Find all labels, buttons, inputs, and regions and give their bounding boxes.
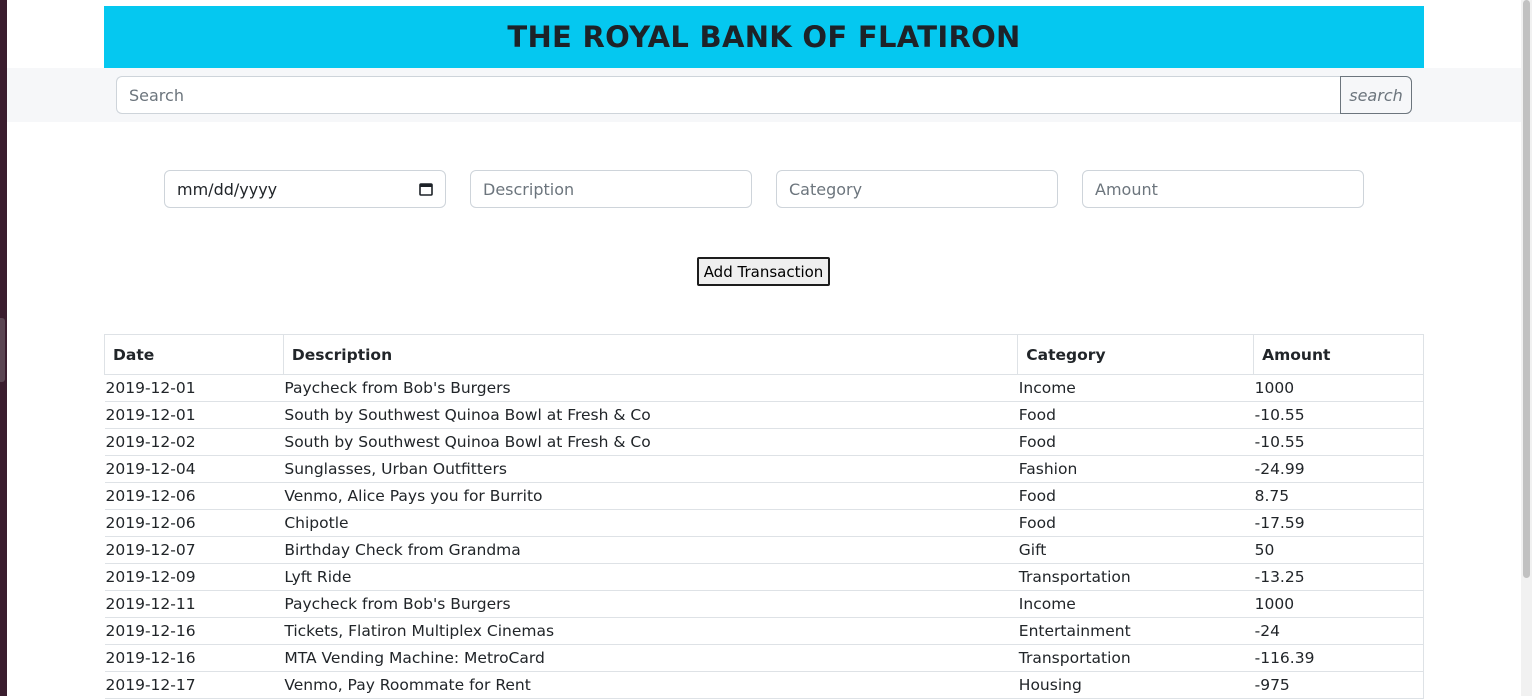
cell-date: 2019-12-09 bbox=[104, 563, 284, 591]
table-header-row: Date Description Category Amount bbox=[104, 334, 1424, 375]
cell-amount: 1000 bbox=[1253, 590, 1424, 618]
cell-date: 2019-12-02 bbox=[104, 428, 284, 456]
cell-date: 2019-12-04 bbox=[104, 455, 284, 483]
window-edge-handle bbox=[0, 318, 5, 382]
date-placeholder: mm/dd/yyyy bbox=[177, 179, 278, 199]
table-row: 2019-12-16 MTA Vending Machine: MetroCard… bbox=[104, 644, 1424, 672]
search-input[interactable] bbox=[116, 76, 1342, 114]
cell-category: Entertainment bbox=[1017, 617, 1254, 645]
scrollbar-thumb[interactable] bbox=[1523, 0, 1530, 578]
transactions-table: Date Description Category Amount 2019-12… bbox=[104, 334, 1424, 699]
cell-category: Housing bbox=[1017, 671, 1254, 699]
cell-category: Food bbox=[1017, 482, 1254, 510]
cell-description: Paycheck from Bob's Burgers bbox=[283, 374, 1018, 402]
column-header-amount[interactable]: Amount bbox=[1253, 334, 1424, 375]
cell-amount: -24 bbox=[1253, 617, 1424, 645]
category-field[interactable] bbox=[776, 170, 1058, 208]
cell-description: Venmo, Pay Roommate for Rent bbox=[283, 671, 1018, 699]
column-header-category[interactable]: Category bbox=[1017, 334, 1255, 375]
cell-category: Food bbox=[1017, 401, 1254, 429]
cell-description: South by Southwest Quinoa Bowl at Fresh … bbox=[283, 401, 1018, 429]
cell-category: Gift bbox=[1017, 536, 1254, 564]
cell-amount: 50 bbox=[1253, 536, 1424, 564]
cell-date: 2019-12-16 bbox=[104, 617, 284, 645]
cell-category: Food bbox=[1017, 428, 1254, 456]
cell-amount: -975 bbox=[1253, 671, 1424, 699]
cell-date: 2019-12-16 bbox=[104, 644, 284, 672]
add-transaction-button[interactable]: Add Transaction bbox=[697, 257, 830, 286]
cell-description: Tickets, Flatiron Multiplex Cinemas bbox=[283, 617, 1018, 645]
bank-header: THE ROYAL BANK OF FLATIRON bbox=[104, 6, 1424, 68]
cell-description: Chipotle bbox=[283, 509, 1018, 537]
cell-date: 2019-12-17 bbox=[104, 671, 284, 699]
cell-description: Sunglasses, Urban Outfitters bbox=[283, 455, 1018, 483]
column-header-description[interactable]: Description bbox=[282, 334, 1019, 375]
cell-description: Paycheck from Bob's Burgers bbox=[283, 590, 1018, 618]
transactions-body: 2019-12-01 Paycheck from Bob's Burgers Inc… bbox=[104, 374, 1424, 699]
cell-date: 2019-12-01 bbox=[104, 401, 284, 429]
table-row: 2019-12-01 South by Southwest Quinoa Bowl… bbox=[104, 401, 1424, 429]
table-row: 2019-12-06 Venmo, Alice Pays you for Burr… bbox=[104, 482, 1424, 510]
cell-category: Income bbox=[1017, 374, 1254, 402]
cell-description: Venmo, Alice Pays you for Burrito bbox=[283, 482, 1018, 510]
table-row: 2019-12-02 South by Southwest Quinoa Bowl… bbox=[104, 428, 1424, 456]
cell-amount: -13.25 bbox=[1253, 563, 1424, 591]
cell-date: 2019-12-11 bbox=[104, 590, 284, 618]
cell-date: 2019-12-07 bbox=[104, 536, 284, 564]
date-field[interactable]: mm/dd/yyyy bbox=[164, 170, 446, 208]
table-row: 2019-12-09 Lyft Ride Transportation -13.25 bbox=[104, 563, 1424, 591]
table-row: 2019-12-01 Paycheck from Bob's Burgers Inc… bbox=[104, 374, 1424, 402]
cell-category: Income bbox=[1017, 590, 1254, 618]
table-row: 2019-12-07 Birthday Check from Grandma Gif… bbox=[104, 536, 1424, 564]
cell-amount: -10.55 bbox=[1253, 428, 1424, 456]
cell-date: 2019-12-01 bbox=[104, 374, 284, 402]
cell-amount: -116.39 bbox=[1253, 644, 1424, 672]
cell-category: Fashion bbox=[1017, 455, 1254, 483]
cell-amount: 1000 bbox=[1253, 374, 1424, 402]
table-row: 2019-12-17 Venmo, Pay Roommate for Rent Ho… bbox=[104, 671, 1424, 699]
cell-description: MTA Vending Machine: MetroCard bbox=[283, 644, 1018, 672]
page-title: THE ROYAL BANK OF FLATIRON bbox=[507, 20, 1021, 54]
column-header-date[interactable]: Date bbox=[104, 334, 284, 375]
table-row: 2019-12-16 Tickets, Flatiron Multiplex Ci… bbox=[104, 617, 1424, 645]
cell-description: Lyft Ride bbox=[283, 563, 1018, 591]
table-row: 2019-12-11 Paycheck from Bob's Burgers Inc… bbox=[104, 590, 1424, 618]
table-row: 2019-12-06 Chipotle Food -17.59 bbox=[104, 509, 1424, 537]
cell-date: 2019-12-06 bbox=[104, 509, 284, 537]
scrollbar[interactable] bbox=[1521, 0, 1532, 696]
calendar-icon[interactable] bbox=[419, 182, 433, 196]
cell-category: Transportation bbox=[1017, 563, 1254, 591]
cell-category: Food bbox=[1017, 509, 1254, 537]
cell-amount: -24.99 bbox=[1253, 455, 1424, 483]
cell-description: South by Southwest Quinoa Bowl at Fresh … bbox=[283, 428, 1018, 456]
cell-amount: -10.55 bbox=[1253, 401, 1424, 429]
table-row: 2019-12-04 Sunglasses, Urban Outfitters Fa… bbox=[104, 455, 1424, 483]
cell-amount: -17.59 bbox=[1253, 509, 1424, 537]
cell-amount: 8.75 bbox=[1253, 482, 1424, 510]
cell-date: 2019-12-06 bbox=[104, 482, 284, 510]
cell-category: Transportation bbox=[1017, 644, 1254, 672]
amount-field[interactable] bbox=[1082, 170, 1364, 208]
cell-description: Birthday Check from Grandma bbox=[283, 536, 1018, 564]
search-button[interactable]: search bbox=[1340, 76, 1412, 114]
description-field[interactable] bbox=[470, 170, 752, 208]
